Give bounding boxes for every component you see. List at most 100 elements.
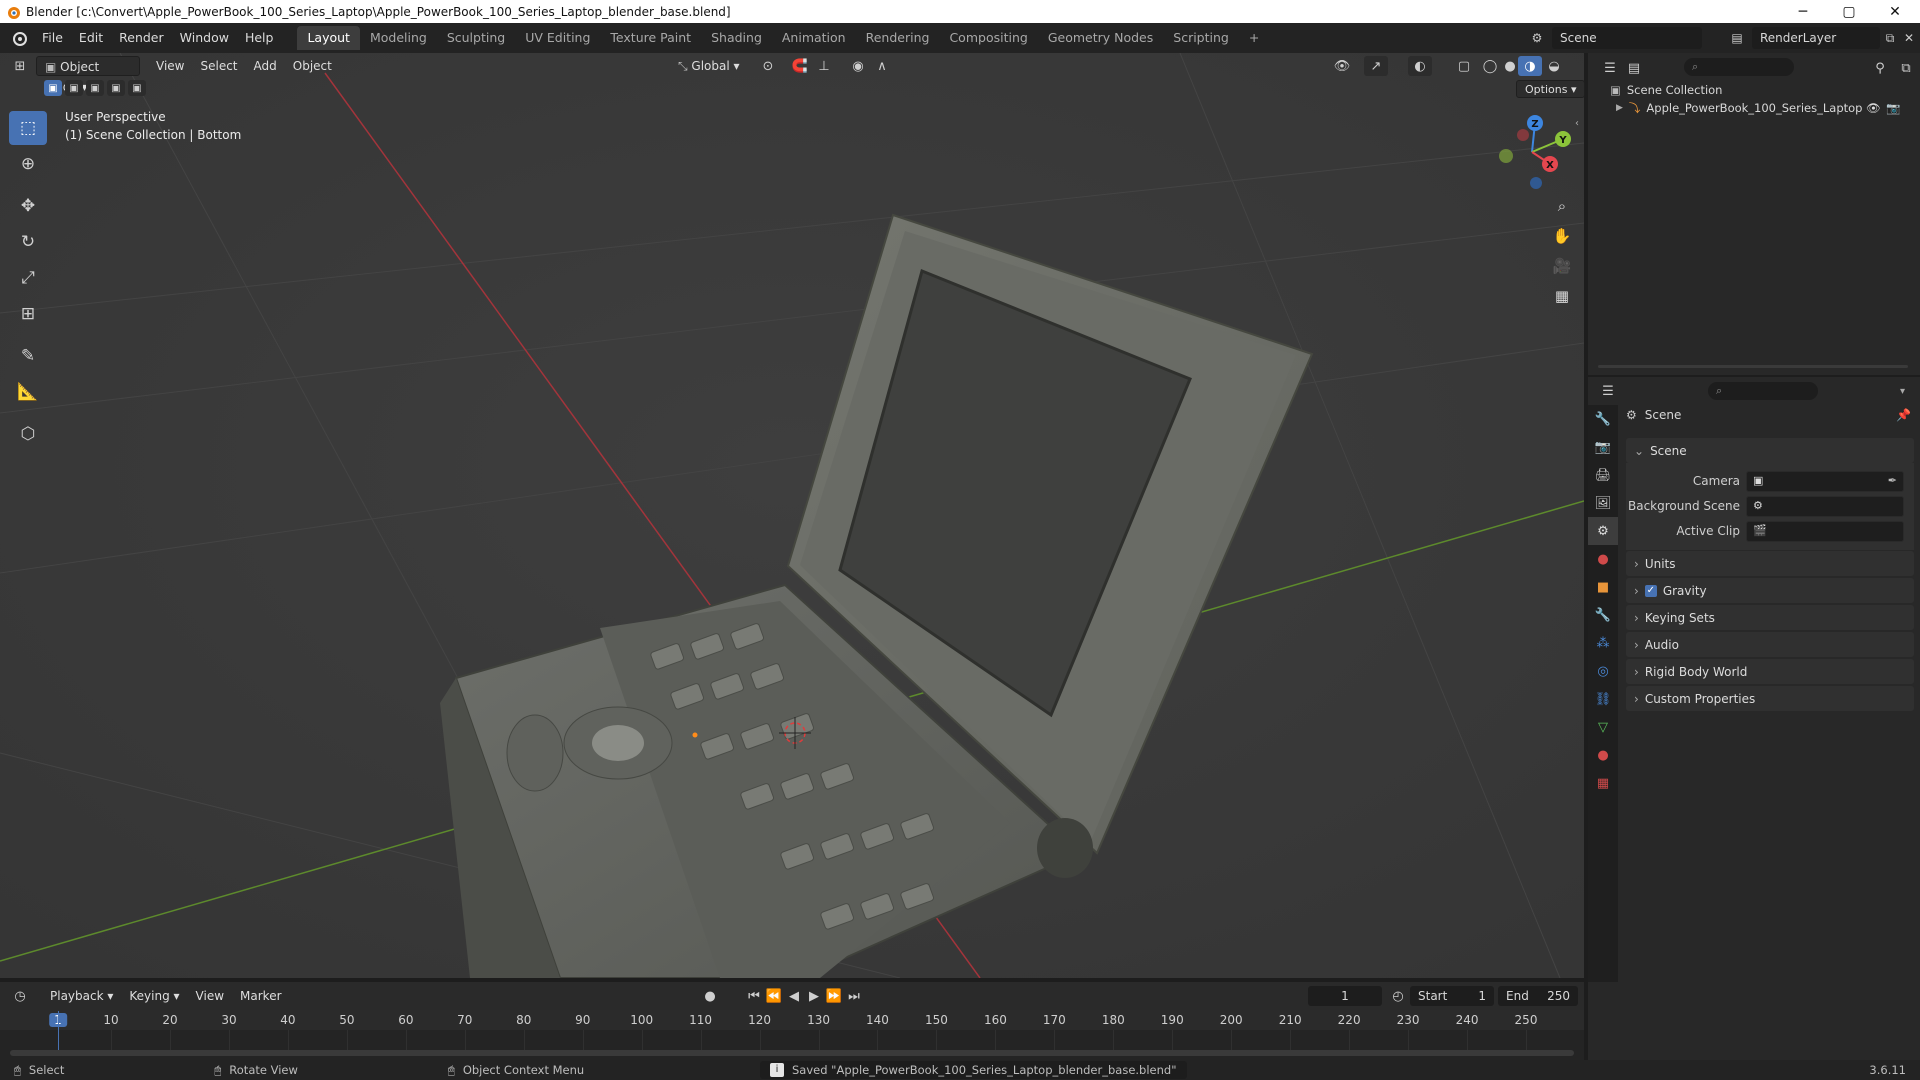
minimize-button[interactable]: ─ [1780,0,1826,23]
close-button[interactable]: ✕ [1872,0,1918,23]
properties-options-icon[interactable]: ▾ [1900,386,1905,397]
new-collection-icon[interactable]: ⧉ [1894,58,1918,78]
tab-scripting[interactable]: Scripting [1163,26,1239,50]
outliner-scene-collection[interactable]: Scene Collection [1627,83,1723,97]
timeline-menu-keying[interactable]: Keying ▾ [121,986,187,1006]
annotate-tool-icon[interactable]: ✎ [9,339,47,373]
eye-visibility-icon[interactable]: 👁 [1866,101,1881,115]
remove-renderlayer-icon[interactable]: ✕ [1900,27,1918,49]
material-shading-icon[interactable]: ◑ [1518,56,1542,76]
options-dropdown[interactable]: Options ▾ [1516,80,1586,98]
timeline-menu-view[interactable]: View [188,986,232,1006]
maximize-button[interactable]: ▢ [1826,0,1872,23]
camera-view-icon[interactable]: 🎥 [1548,257,1576,287]
outliner-search-input[interactable]: ⌕ [1684,58,1794,76]
display-mode-icon[interactable]: ▤ [1622,58,1646,78]
new-renderlayer-icon[interactable]: ⧉ [1880,27,1900,49]
particles-tab-icon[interactable]: ⁂ [1588,629,1618,657]
tab-uv-editing[interactable]: UV Editing [515,26,600,50]
material-tab-icon[interactable]: ● [1588,741,1618,769]
cursor-tool-icon[interactable]: ⊕ [9,147,47,181]
select-box-tool-icon[interactable]: ⬚ [9,111,47,145]
gravity-checkbox[interactable]: ✓ [1644,584,1657,597]
menu-edit[interactable]: Edit [71,27,111,49]
end-frame-field[interactable]: End 250 [1498,986,1578,1006]
measure-tool-icon[interactable]: 📐 [9,375,47,409]
panel-scene-header[interactable]: ⌄ Scene [1626,438,1914,463]
menu-window[interactable]: Window [172,27,237,49]
gizmo-toggle-icon[interactable]: ↗ [1364,56,1388,76]
tab-modeling[interactable]: Modeling [360,26,437,50]
overlay-toggle-icon[interactable]: ◐ [1408,56,1432,76]
panel-rigid-body-world[interactable]: › Rigid Body World [1626,659,1914,684]
record-icon[interactable]: ● [698,986,722,1006]
snap-icon[interactable]: 🧲 [788,56,812,76]
3d-viewport[interactable]: User Perspective (1) Scene Collection | … [0,53,1584,978]
viewport-menu-object[interactable]: Object [285,56,340,76]
panel-units[interactable]: › Units [1626,551,1914,576]
scene-selector[interactable]: Scene [1552,27,1702,49]
select-subtract-icon[interactable]: ▣ [86,80,104,96]
properties-editor-icon[interactable]: ☰ [1596,381,1620,401]
jump-end-icon[interactable]: ⏭ [842,986,866,1006]
expand-arrow-icon[interactable]: ▶ [1616,103,1623,113]
navigation-gizmo[interactable]: Z Y X [1488,109,1574,195]
preview-range-icon[interactable]: ◴ [1386,986,1410,1006]
tab-shading[interactable]: Shading [701,26,772,50]
tab-texture-paint[interactable]: Texture Paint [600,26,701,50]
ortho-grid-icon[interactable]: ▦ [1548,287,1576,317]
menu-render[interactable]: Render [111,27,172,49]
panel-gravity[interactable]: › ✓ Gravity [1626,578,1914,603]
move-tool-icon[interactable]: ✥ [9,189,47,223]
timeline-editor-icon[interactable]: ◷ [8,986,32,1006]
viewport-menu-add[interactable]: Add [246,56,285,76]
physics-tab-icon[interactable]: ◎ [1588,657,1618,685]
select-new-icon[interactable]: ▣ [44,80,62,96]
panel-custom-properties[interactable]: › Custom Properties [1626,686,1914,711]
tab-layout[interactable]: Layout [297,26,360,50]
add-workspace-button[interactable]: + [1239,26,1269,50]
panel-audio[interactable]: › Audio [1626,632,1914,657]
snap-target-icon[interactable]: ⊥ [812,56,836,76]
xray-icon[interactable]: ▢ [1452,56,1476,76]
camera-render-icon[interactable]: 📷 [1886,101,1900,115]
viewport-menu-view[interactable]: View [148,56,192,76]
select-extend-icon[interactable]: ▣ [65,80,83,96]
editor-type-icon[interactable]: ⊞ [8,56,32,76]
menu-help[interactable]: Help [237,27,282,49]
scale-tool-icon[interactable]: ⤢ [9,261,47,295]
data-tab-icon[interactable]: ▽ [1588,713,1618,741]
rotate-tool-icon[interactable]: ↻ [9,225,47,259]
proportional-edit-icon[interactable]: ◉ [846,56,870,76]
visibility-icon[interactable]: 👁 [1330,56,1354,76]
outliner-item-laptop[interactable]: Apple_PowerBook_100_Series_Laptop [1646,101,1862,115]
current-frame-field[interactable]: 1 [1308,986,1382,1006]
menu-file[interactable]: File [34,27,71,49]
pivot-point-icon[interactable]: ⊙ [756,56,780,76]
timeline-menu-playback[interactable]: Playback ▾ [42,986,121,1006]
tab-rendering[interactable]: Rendering [856,26,940,50]
renderlayer-icon[interactable]: ▤ [1724,27,1750,49]
select-invert-icon[interactable]: ▣ [107,80,125,96]
start-frame-field[interactable]: Start 1 [1410,986,1494,1006]
tab-compositing[interactable]: Compositing [939,26,1037,50]
pan-hand-icon[interactable]: ✋ [1548,227,1576,257]
eyedropper-icon[interactable]: ✒ [1888,474,1897,487]
outliner-editor-icon[interactable]: ☰ [1598,58,1622,78]
texture-tab-icon[interactable]: ▦ [1588,769,1618,797]
renderlayer-selector[interactable]: RenderLayer [1752,27,1880,49]
timeline-menu-marker[interactable]: Marker [232,986,289,1006]
falloff-icon[interactable]: ∧ [870,56,894,76]
mode-selector[interactable]: ▣ Object Mode ▾ [36,56,140,94]
sidebar-toggle-icon[interactable]: ‹ [1575,118,1579,129]
zoom-icon[interactable]: ⌕ [1548,197,1576,227]
timeline-scrollbar[interactable] [10,1050,1574,1056]
tab-sculpting[interactable]: Sculpting [437,26,515,50]
tool-tab-icon[interactable]: 🔧 [1588,405,1618,433]
camera-field[interactable]: ▣ ✒ [1746,471,1904,492]
object-tab-icon[interactable]: ■ [1588,573,1618,601]
properties-search-input[interactable]: ⌕ [1708,382,1818,400]
viewport-menu-select[interactable]: Select [192,56,245,76]
world-tab-icon[interactable]: ● [1588,545,1618,573]
constraints-tab-icon[interactable]: ⛓ [1588,685,1618,713]
